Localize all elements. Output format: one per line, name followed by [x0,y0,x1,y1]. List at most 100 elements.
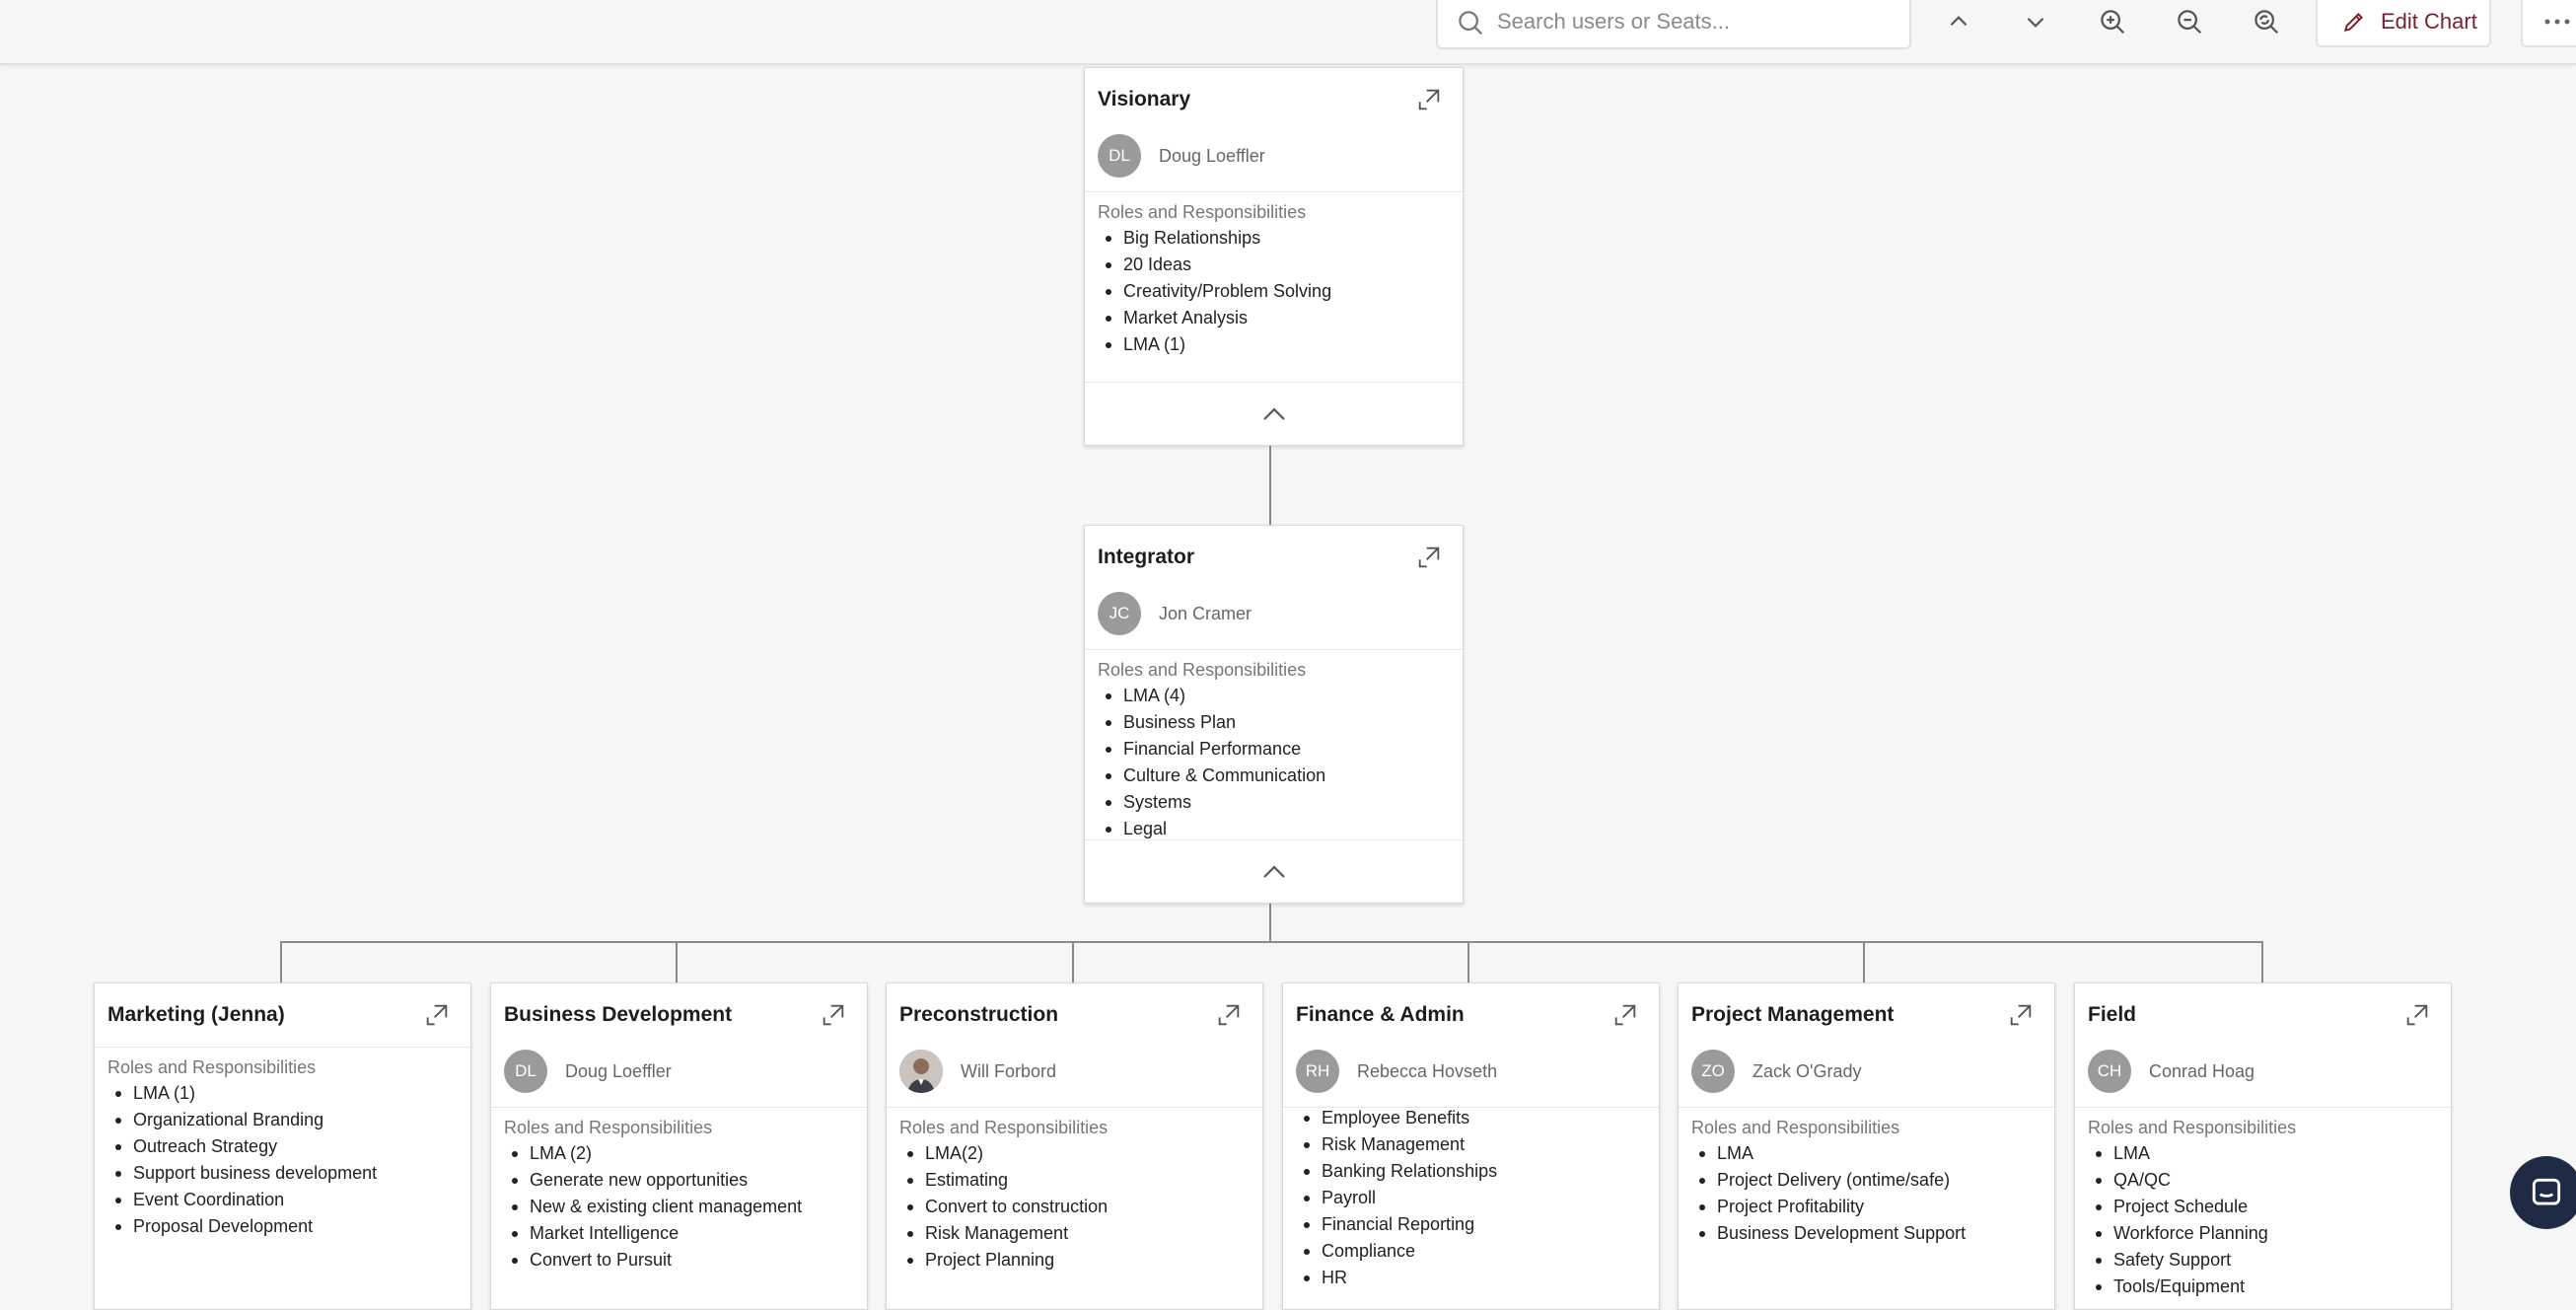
pencil-icon [2343,13,2363,33]
person-name: Doug Loeffler [1159,145,1265,166]
open-seat-icon[interactable] [1215,1001,1243,1029]
list-item: Risk Management [1304,1131,1651,1158]
seat-card-project-management[interactable]: Project Management ZO Zack O'Grady Roles… [1678,982,2055,1310]
collapse-button[interactable] [1085,839,1463,903]
roles-list: Big Relationships 20 Ideas Creativity/Pr… [1098,225,1455,358]
roles-label: Roles and Responsibilities [504,1118,713,1137]
roles-list: LMA(2) Estimating Convert to constructio… [899,1140,1254,1274]
list-item: Compliance [1304,1238,1651,1265]
list-item: Payroll [1304,1185,1651,1211]
list-item: Project Delivery (ontime/safe) [1699,1167,2046,1194]
open-seat-icon[interactable] [820,1001,847,1029]
list-item: Market Intelligence [512,1220,859,1247]
open-seat-icon[interactable] [1611,1001,1639,1029]
list-item: LMA (1) [115,1080,463,1107]
seat-card-field[interactable]: Field CH Conrad Hoag Roles and Responsib… [2074,982,2452,1310]
edit-chart-button[interactable]: Edit Chart [2316,0,2491,47]
seat-person[interactable]: RH Rebecca Hovseth [1296,1050,1497,1093]
list-item: Big Relationships [1106,225,1455,252]
more-options-button[interactable] [2521,0,2576,47]
chevron-down-icon [2027,17,2044,28]
list-item: Systems [1106,789,1455,816]
list-item: Convert to Pursuit [512,1247,859,1274]
roles-list: Employee Benefits Risk Management Bankin… [1296,1105,1651,1291]
list-item: Employee Benefits [1304,1105,1651,1131]
seat-title: Marketing (Jenna) [107,1003,285,1026]
avatar: JC [1098,592,1141,635]
roles-list: LMA Project Delivery (ontime/safe) Proje… [1691,1140,2046,1247]
search-box[interactable] [1436,0,1911,49]
open-seat-icon[interactable] [1415,86,1443,113]
list-item: Workforce Planning [2096,1220,2443,1247]
connector-dept-1 [280,941,282,982]
divider [1085,191,1463,192]
roles-label: Roles and Responsibilities [2088,1118,2297,1137]
connector-visionary-integrator [1269,444,1271,525]
seat-card-finance-admin[interactable]: Finance & Admin RH Rebecca Hovseth Emplo… [1282,982,1660,1310]
roles-list: LMA (4) Business Plan Financial Performa… [1098,683,1455,842]
seat-card-marketing[interactable]: Marketing (Jenna) Roles and Responsibili… [94,982,471,1310]
connector-dept-3 [1072,941,1074,982]
list-item: HR [1304,1265,1651,1291]
seat-person[interactable]: ZO Zack O'Grady [1691,1050,1861,1093]
chat-icon [2532,1178,2561,1205]
seat-title: Business Development [504,1003,733,1026]
connector-dept-4 [1467,941,1469,982]
previous-button[interactable] [1939,4,1978,39]
search-input[interactable] [1495,4,1894,39]
open-seat-icon[interactable] [2403,1001,2431,1029]
reset-zoom-button[interactable] [2247,4,2286,39]
seat-card-visionary[interactable]: Visionary DL Doug Loeffler Roles and Res… [1084,67,1464,446]
list-item: Support business development [115,1160,463,1187]
zoom-reset-icon [2254,10,2279,35]
seat-title: Field [2088,1003,2137,1026]
person-name: Conrad Hoag [2149,1060,2255,1081]
list-item: Business Development Support [1699,1220,2046,1247]
seat-card-business-development[interactable]: Business Development DL Doug Loeffler Ro… [490,982,868,1310]
list-item: Project Profitability [1699,1194,2046,1220]
chevron-up-icon [1262,406,1285,420]
person-name: Zack O'Grady [1753,1060,1862,1081]
person-name: Jon Cramer [1159,603,1252,623]
list-item: 20 Ideas [1106,252,1455,278]
zoom-out-button[interactable] [2170,4,2209,39]
roles-list: LMA (1) Organizational Branding Outreach… [107,1080,463,1240]
seat-card-integrator[interactable]: Integrator JC Jon Cramer Roles and Respo… [1084,525,1464,904]
list-item: Culture & Communication [1106,763,1455,789]
search-icon [1459,11,1483,36]
connector-horizontal [280,941,2263,943]
avatar: DL [1098,134,1141,178]
seat-person[interactable]: DL Doug Loeffler [504,1050,672,1093]
list-item: Creativity/Problem Solving [1106,278,1455,305]
chat-support-button[interactable] [2510,1156,2576,1229]
seat-person[interactable]: DL Doug Loeffler [1098,134,1265,178]
list-item: LMA (2) [512,1140,859,1167]
collapse-button[interactable] [1085,382,1463,445]
divider [2075,1107,2451,1108]
seat-person[interactable]: Will Forbord [899,1050,1056,1093]
divider [1679,1107,2054,1108]
connector-integrator-down [1269,902,1271,943]
list-item: Market Analysis [1106,305,1455,331]
zoom-in-button[interactable] [2093,4,2132,39]
list-item: Tools/Equipment [2096,1274,2443,1300]
seat-title: Preconstruction [899,1003,1059,1026]
seat-person[interactable]: CH Conrad Hoag [2088,1050,2254,1093]
list-item: Project Schedule [2096,1194,2443,1220]
roles-list: LMA QA/QC Project Schedule Workforce Pla… [2088,1140,2443,1300]
open-seat-icon[interactable] [2007,1001,2035,1029]
seat-person[interactable]: JC Jon Cramer [1098,592,1252,635]
avatar: ZO [1691,1050,1735,1093]
open-seat-icon[interactable] [423,1001,451,1029]
list-item: QA/QC [2096,1167,2443,1194]
avatar: RH [1296,1050,1339,1093]
next-button[interactable] [2016,4,2055,39]
open-seat-icon[interactable] [1415,544,1443,571]
list-item: LMA (1) [1106,331,1455,358]
list-item: Financial Reporting [1304,1211,1651,1238]
list-item: LMA [1699,1140,2046,1167]
roles-label: Roles and Responsibilities [899,1118,1109,1137]
avatar-photo [899,1050,943,1093]
list-item: LMA (4) [1106,683,1455,709]
seat-card-preconstruction[interactable]: Preconstruction Will Forbord Roles and R… [886,982,1263,1310]
